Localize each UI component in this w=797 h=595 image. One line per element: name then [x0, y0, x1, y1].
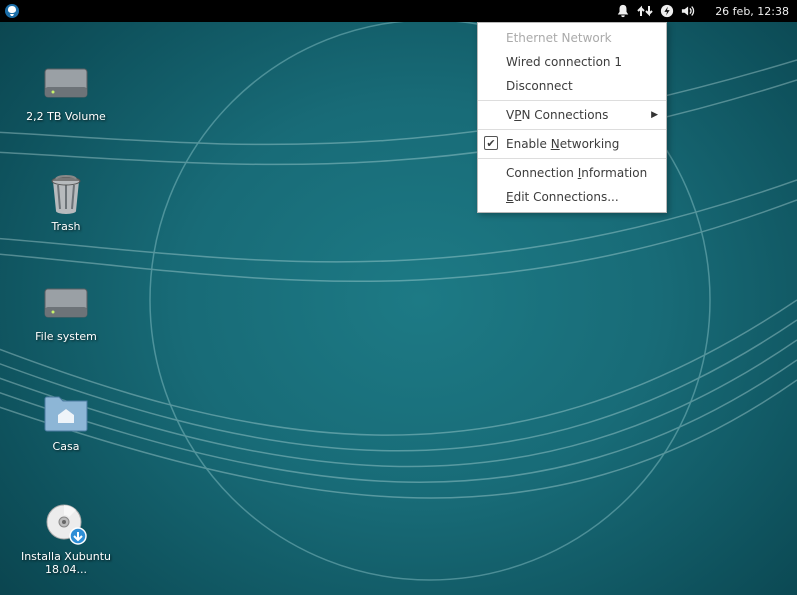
menu-item-edit-connections[interactable]: Edit Connections...	[478, 185, 666, 209]
menu-item-vpn-connections[interactable]: VPN Connections ▶	[478, 103, 666, 127]
desktop-icon-installer[interactable]: Installa Xubuntu 18.04...	[16, 502, 116, 576]
trash-icon	[42, 172, 90, 216]
desktop-icon-filesystem[interactable]: File system	[16, 282, 116, 343]
menu-item-enable-networking[interactable]: ✔ Enable Networking	[478, 132, 666, 156]
menu-item-connection-information[interactable]: Connection Information	[478, 161, 666, 185]
power-manager-icon[interactable]	[659, 3, 675, 19]
top-panel: 26 feb, 12:38	[0, 0, 797, 22]
checkbox-checked-icon: ✔	[484, 136, 498, 150]
volume-icon[interactable]	[681, 3, 697, 19]
network-menu: Ethernet Network Wired connection 1 Disc…	[477, 22, 667, 213]
harddrive-icon	[42, 62, 90, 106]
submenu-arrow-icon: ▶	[651, 110, 658, 120]
menu-item-wired-connection[interactable]: Wired connection 1	[478, 50, 666, 74]
desktop-icon-trash[interactable]: Trash	[16, 172, 116, 233]
network-icon[interactable]	[637, 3, 653, 19]
menu-separator	[478, 158, 666, 159]
menu-separator	[478, 100, 666, 101]
desktop-icon-label: 2,2 TB Volume	[26, 110, 106, 123]
desktop[interactable]: 2,2 TB Volume Trash File system Casa Ins…	[0, 22, 797, 595]
desktop-icon-label: File system	[35, 330, 97, 343]
menu-separator	[478, 129, 666, 130]
desktop-icon-volume[interactable]: 2,2 TB Volume	[16, 62, 116, 123]
desktop-icon-label: Trash	[51, 220, 80, 233]
desktop-icon-label: Installa Xubuntu 18.04...	[16, 550, 116, 576]
menu-header-ethernet: Ethernet Network	[478, 26, 666, 50]
whisker-menu-button[interactable]	[4, 3, 20, 19]
home-folder-icon	[42, 392, 90, 436]
harddrive-icon	[42, 282, 90, 326]
clock[interactable]: 26 feb, 12:38	[715, 5, 789, 18]
menu-item-disconnect[interactable]: Disconnect	[478, 74, 666, 98]
desktop-icon-label: Casa	[53, 440, 80, 453]
notifications-icon[interactable]	[615, 3, 631, 19]
desktop-icon-home[interactable]: Casa	[16, 392, 116, 453]
disc-installer-icon	[42, 502, 90, 546]
